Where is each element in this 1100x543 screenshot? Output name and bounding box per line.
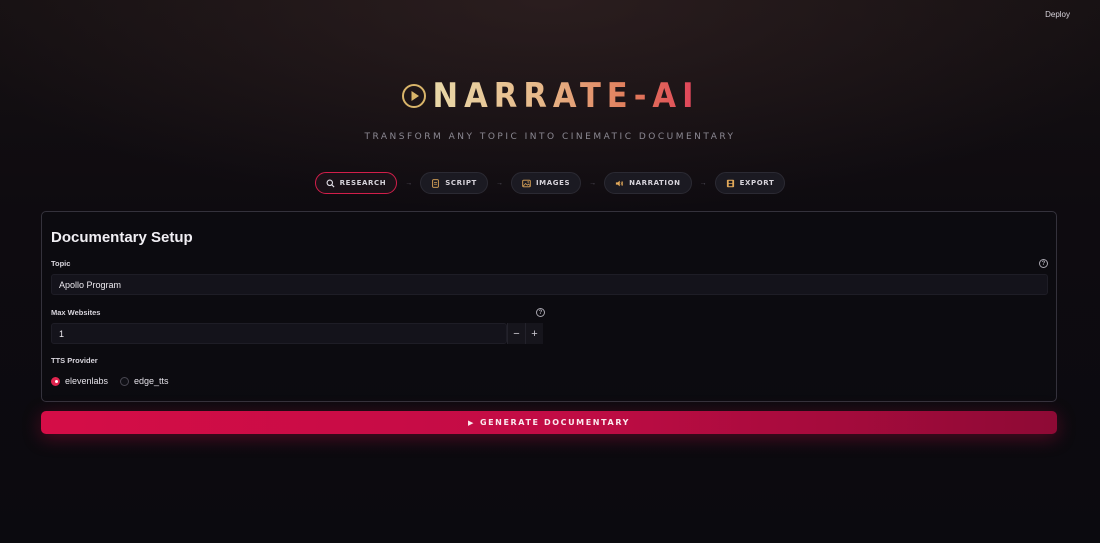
app-title: NARRATE-AI [0,76,1100,116]
topic-input[interactable] [51,274,1048,295]
app-subtitle: TRANSFORM ANY TOPIC INTO CINEMATIC DOCUM… [364,132,736,142]
increment-button[interactable]: + [525,323,543,344]
step-arrow: → [699,179,707,187]
decrement-button[interactable]: − [507,323,525,344]
generate-documentary-button[interactable]: ▶ GENERATE DOCUMENTARY [41,411,1057,434]
radio-label: edge_tts [134,376,169,386]
speaker-icon [616,180,624,186]
step-arrow: → [589,179,597,187]
topic-help-icon[interactable]: ? [1039,259,1048,268]
app-title-text: NARRATE-AI [432,76,700,116]
max-websites-label: Max Websites [51,308,101,317]
radio-option-edge-tts[interactable]: edge_tts [120,376,169,386]
step-label: RESEARCH [339,179,387,187]
setup-heading: Documentary Setup [51,229,193,246]
tts-provider-radio-group: elevenlabs edge_tts [51,376,169,386]
film-icon [726,179,734,187]
step-script[interactable]: SCRIPT [420,172,488,194]
radio-button[interactable] [120,376,130,386]
step-export[interactable]: EXPORT [714,172,786,194]
radio-label: elevenlabs [65,376,109,386]
image-icon [522,179,531,187]
step-images[interactable]: IMAGES [510,172,582,194]
generate-label: GENERATE DOCUMENTARY [479,418,631,427]
max-websites-input[interactable] [51,323,507,344]
radio-button-selected[interactable] [51,376,60,386]
step-label: IMAGES [535,179,571,187]
pipeline-steps: RESEARCH → SCRIPT → IMAGES → NARRATION →… [0,172,1100,194]
topic-label: Topic [51,259,71,268]
max-websites-help-icon[interactable]: ? [536,308,545,317]
step-label: NARRATION [629,179,681,187]
search-icon [326,179,335,188]
step-arrow: → [405,179,413,187]
step-narration[interactable]: NARRATION [604,172,692,194]
step-research[interactable]: RESEARCH [314,172,398,194]
step-label: EXPORT [739,179,775,187]
play-triangle-icon: ▶ [467,418,475,427]
step-arrow: → [495,179,503,187]
tts-provider-label: TTS Provider [51,356,98,365]
play-circle-icon [401,84,426,108]
documentary-setup-card: Documentary Setup Topic ? Max Websites ?… [41,211,1057,402]
deploy-button[interactable]: Deploy [1045,10,1070,19]
step-label: SCRIPT [445,179,477,187]
document-icon [432,178,440,188]
radio-option-elevenlabs[interactable]: elevenlabs [51,376,108,386]
